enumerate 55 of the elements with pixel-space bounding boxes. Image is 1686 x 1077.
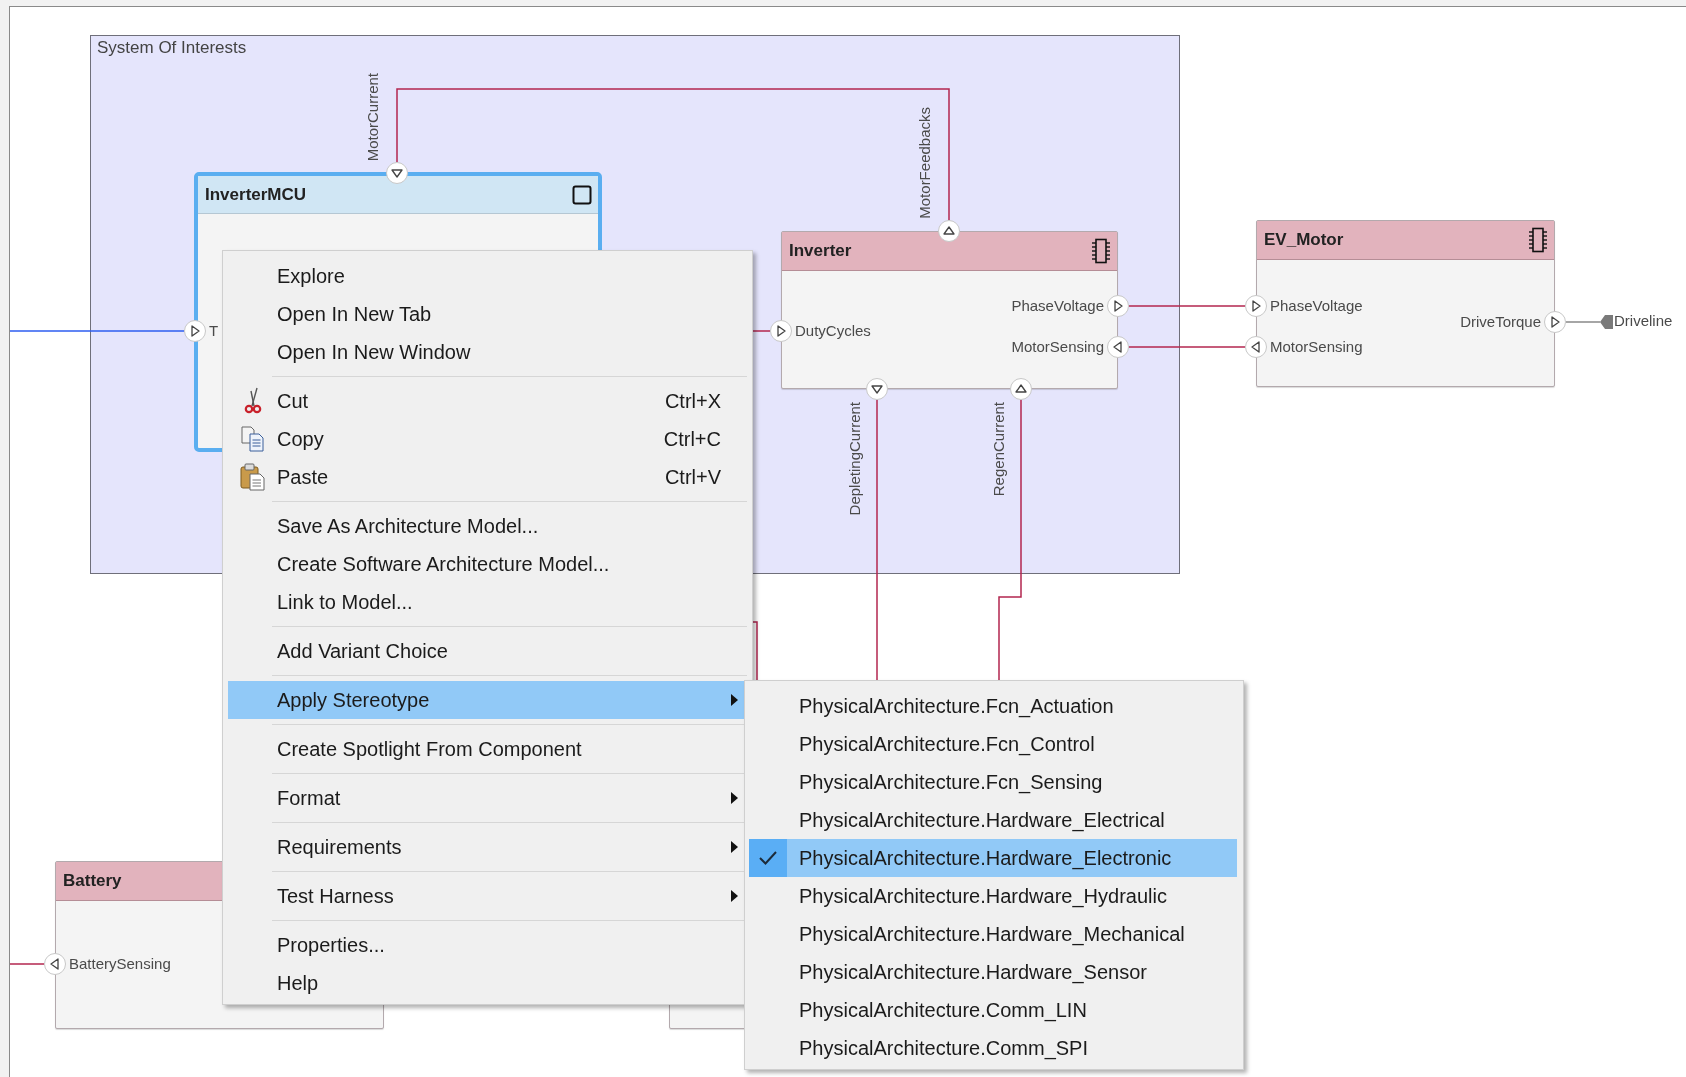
menu-item[interactable]: Save As Architecture Model... <box>228 507 747 545</box>
scissors-icon <box>242 387 263 415</box>
external-port-label: Driveline <box>1614 312 1673 329</box>
menu-item[interactable]: Copy Ctrl+C <box>228 420 747 458</box>
menu-item[interactable]: Format <box>228 779 747 817</box>
menu-item[interactable]: Create Software Architecture Model... <box>228 545 747 583</box>
port-label: MotorSensing <box>1011 338 1104 356</box>
port-label: DutyCycles <box>795 322 871 340</box>
shortcut-text: Ctrl+V <box>664 465 721 489</box>
block-title: EV_Motor <box>1264 230 1344 250</box>
port-label: MotorCurrent <box>365 72 381 161</box>
menu-item[interactable]: PhysicalArchitecture.Comm_SPI <box>749 1029 1237 1067</box>
port-label: T <box>209 322 219 340</box>
port-label: PhaseVoltage <box>1011 297 1104 315</box>
shortcut-text: Ctrl+X <box>664 389 721 413</box>
menu-item[interactable]: PhysicalArchitecture.Hardware_Mechanical <box>749 915 1237 953</box>
port-label: RegenCurrent <box>991 402 1007 497</box>
connector-line <box>9 963 45 965</box>
menu-item[interactable]: Create Spotlight From Component <box>228 730 747 768</box>
menu-item[interactable]: PhysicalArchitecture.Hardware_Sensor <box>749 953 1237 991</box>
menu-item[interactable]: PhysicalArchitecture.Comm_LIN <box>749 991 1237 1029</box>
port-label: DriveTorque <box>1460 313 1541 331</box>
port-label: MotorFeedbacks <box>917 107 933 219</box>
connector-line <box>752 330 771 332</box>
external-port-icon <box>1566 314 1613 330</box>
port-label: DepletingCurrent <box>847 402 863 516</box>
port-label: BatterySensing <box>69 955 171 973</box>
chip-icon <box>1528 227 1548 253</box>
menu-item[interactable]: PhysicalArchitecture.Hardware_Electrical <box>749 801 1237 839</box>
menu-item[interactable]: Paste Ctrl+V <box>228 458 747 496</box>
menu-item[interactable]: Explore <box>228 257 747 295</box>
menu-item[interactable]: Open In New Window <box>228 333 747 371</box>
connector-line <box>752 621 758 681</box>
port-label: PhaseVoltage <box>1270 297 1363 315</box>
menu-item[interactable]: PhysicalArchitecture.Fcn_Actuation <box>749 687 1237 725</box>
menu-item[interactable]: Link to Model... <box>228 583 747 621</box>
group-title: System Of Interests <box>97 38 247 58</box>
shortcut-text: Ctrl+C <box>663 427 721 451</box>
menu-item[interactable]: PhysicalArchitecture.Fcn_Control <box>749 725 1237 763</box>
block-title: InverterMCU <box>205 184 307 205</box>
menu-item[interactable]: PhysicalArchitecture.Fcn_Sensing <box>749 763 1237 801</box>
copy-icon <box>239 426 266 452</box>
menu-item[interactable]: PhysicalArchitecture.Hardware_Electronic <box>749 839 1237 877</box>
menu-item[interactable]: Add Variant Choice <box>228 632 747 670</box>
menu-item[interactable]: Apply Stereotype <box>228 681 747 719</box>
clipboard-icon <box>239 463 266 491</box>
block-title: Inverter <box>789 241 852 261</box>
square-icon <box>572 184 592 205</box>
port-label: MotorSensing <box>1270 338 1363 356</box>
menu-item[interactable]: PhysicalArchitecture.Hardware_Hydraulic <box>749 877 1237 915</box>
block-title: Battery <box>63 871 122 891</box>
chip-icon <box>1091 238 1111 264</box>
checkmark-icon <box>758 850 778 866</box>
menu-item[interactable]: Open In New Tab <box>228 295 747 333</box>
menu-item[interactable]: Cut Ctrl+X <box>228 382 747 420</box>
